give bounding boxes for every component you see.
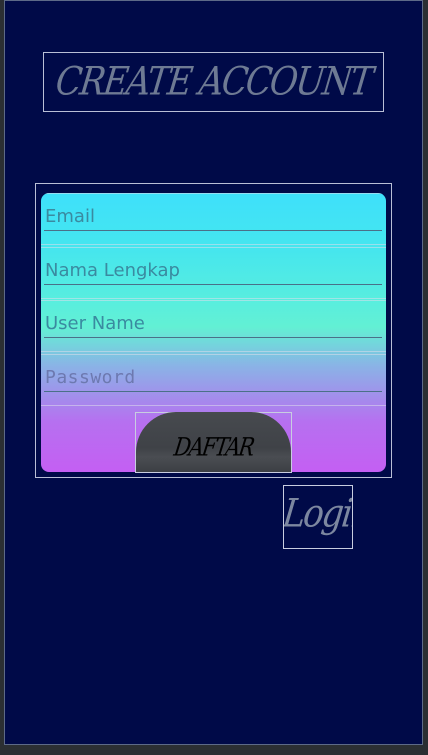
login-link[interactable]: Login <box>283 485 353 549</box>
username-field[interactable] <box>44 310 382 338</box>
title-container: CREATE ACCOUNT <box>43 52 384 112</box>
password-field[interactable] <box>44 364 382 392</box>
password-field-row <box>41 354 386 406</box>
email-field[interactable] <box>44 203 382 231</box>
full-name-field-row <box>41 247 386 299</box>
daftar-button-label: DAFTAR <box>172 432 255 462</box>
username-field-row <box>41 300 386 352</box>
page-title: CREATE ACCOUNT <box>53 59 374 105</box>
daftar-button[interactable]: DAFTAR <box>136 412 291 472</box>
full-name-field[interactable] <box>44 257 382 285</box>
email-field-row <box>41 193 386 245</box>
login-link-label: Login <box>283 491 353 537</box>
